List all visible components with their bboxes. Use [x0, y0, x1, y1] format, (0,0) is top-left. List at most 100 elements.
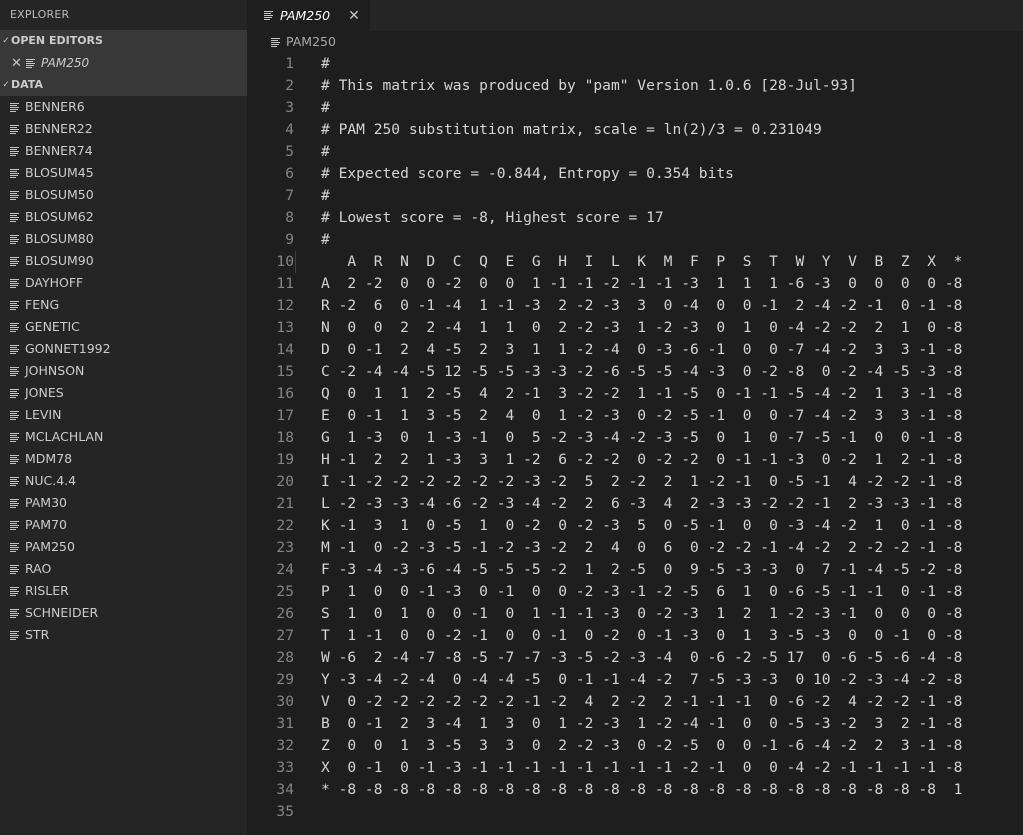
line-number: 1 [285, 55, 294, 72]
file-icon [10, 124, 20, 134]
tab-pam250[interactable]: PAM250 ✕ [247, 0, 370, 31]
file-label: RAO [25, 561, 52, 576]
file-item[interactable]: NUC.4.4 [0, 470, 247, 492]
file-item[interactable]: JONES [0, 382, 247, 404]
file-item[interactable]: STR [0, 624, 247, 646]
file-icon [10, 564, 20, 574]
line-number: 28 [276, 649, 294, 666]
file-icon [10, 630, 20, 640]
file-label: SCHNEIDER [25, 605, 99, 620]
file-icon [10, 388, 20, 398]
line-text: H -1 2 2 1 -3 3 1 -2 6 -2 -2 0 -2 -2 0 -… [321, 451, 963, 468]
file-item[interactable]: BENNER22 [0, 118, 247, 140]
file-icon [10, 212, 20, 222]
line-text: # Lowest score = -8, Highest score = 17 [321, 209, 664, 226]
file-icon [10, 234, 20, 244]
line-text: I -1 -2 -2 -2 -2 -2 -2 -3 -2 5 2 -2 2 1 … [321, 473, 963, 490]
file-icon [26, 58, 36, 68]
line-number: 8 [285, 209, 294, 226]
file-item[interactable]: MDM78 [0, 448, 247, 470]
breadcrumb[interactable]: PAM250 [247, 31, 1023, 53]
file-item[interactable]: PAM70 [0, 514, 247, 536]
code-line: 8 # Lowest score = -8, Highest score = 17 [247, 207, 1023, 229]
file-item[interactable]: BLOSUM80 [0, 228, 247, 250]
file-label: STR [25, 627, 50, 642]
line-text: # [321, 55, 330, 72]
file-label: JONES [25, 385, 64, 400]
file-icon [10, 476, 20, 486]
file-item[interactable]: PAM250 [0, 536, 247, 558]
line-text: V 0 -2 -2 -2 -2 -2 -2 -1 -2 4 2 -2 2 -1 … [321, 693, 963, 710]
file-item[interactable]: FENG [0, 294, 247, 316]
code-editor[interactable]: 1 #2 # This matrix was produced by "pam" V… [247, 53, 1023, 823]
line-text: R -2 6 0 -1 -4 1 -1 -3 2 -2 -3 3 0 -4 0 … [321, 297, 963, 314]
file-item[interactable]: BLOSUM45 [0, 162, 247, 184]
file-icon [10, 322, 20, 332]
file-icon [10, 256, 20, 266]
file-icon [10, 300, 20, 310]
file-icon [10, 410, 20, 420]
file-icon [10, 344, 20, 354]
code-line: 29 Y -3 -4 -2 -4 0 -4 -4 -5 0 -1 -1 -4 -2… [247, 669, 1023, 691]
file-label: BLOSUM62 [25, 209, 94, 224]
open-editor-item-pam250[interactable]: ✕ PAM250 [0, 52, 247, 74]
file-item[interactable]: BLOSUM62 [0, 206, 247, 228]
line-text: A R N D C Q E G H I L K M F P S T W Y V … [294, 251, 962, 273]
code-line: 17 E 0 -1 1 3 -5 2 4 0 1 -2 -3 0 -2 -5 -1… [247, 405, 1023, 427]
file-item[interactable]: BENNER74 [0, 140, 247, 162]
open-editors-section-header[interactable]: ✓ OPEN EDITORS [0, 30, 247, 52]
file-item[interactable]: DAYHOFF [0, 272, 247, 294]
code-line: 3 # [247, 97, 1023, 119]
file-item[interactable]: BLOSUM50 [0, 184, 247, 206]
line-text: N 0 0 2 2 -4 1 1 0 2 -2 -3 1 -2 -3 0 1 0… [321, 319, 963, 336]
line-text: # Expected score = -0.844, Entropy = 0.3… [321, 165, 734, 182]
line-number: 14 [276, 341, 294, 358]
chevron-down-icon: ✓ [2, 36, 10, 46]
chevron-down-icon: ✓ [2, 80, 10, 90]
file-item[interactable]: GONNET1992 [0, 338, 247, 360]
file-item[interactable]: BENNER6 [0, 96, 247, 118]
file-item[interactable]: PAM30 [0, 492, 247, 514]
close-icon[interactable]: ✕ [11, 56, 26, 71]
file-item[interactable]: LEVIN [0, 404, 247, 426]
line-number: 27 [276, 627, 294, 644]
line-number: 13 [276, 319, 294, 336]
line-number: 30 [276, 693, 294, 710]
file-label: PAM70 [25, 517, 67, 532]
line-text: Z 0 0 1 3 -5 3 3 0 2 -2 -3 0 -2 -5 0 0 -… [321, 737, 963, 754]
explorer-title: EXPLORER [10, 8, 70, 21]
file-label: DAYHOFF [25, 275, 84, 290]
file-item[interactable]: JOHNSON [0, 360, 247, 382]
file-icon [10, 432, 20, 442]
code-line: 1 # [247, 53, 1023, 75]
file-icon [264, 11, 274, 20]
line-number: 16 [276, 385, 294, 402]
line-number: 35 [276, 803, 294, 820]
file-item[interactable]: MCLACHLAN [0, 426, 247, 448]
close-icon[interactable]: ✕ [348, 8, 360, 24]
file-icon [10, 542, 20, 552]
file-label: JOHNSON [25, 363, 85, 378]
code-line: 32 Z 0 0 1 3 -5 3 3 0 2 -2 -3 0 -2 -5 0 0… [247, 735, 1023, 757]
file-item[interactable]: RAO [0, 558, 247, 580]
code-line: 33 X 0 -1 0 -1 -3 -1 -1 -1 -1 -1 -1 -1 -1… [247, 757, 1023, 779]
code-line: 15 C -2 -4 -4 -5 12 -5 -5 -3 -3 -2 -6 -5 … [247, 361, 1023, 383]
data-folder-label: DATA [11, 78, 43, 91]
line-number: 34 [276, 781, 294, 798]
code-line: 13 N 0 0 2 2 -4 1 1 0 2 -2 -3 1 -2 -3 0 1… [247, 317, 1023, 339]
file-item[interactable]: BLOSUM90 [0, 250, 247, 272]
code-line: 26 S 1 0 1 0 0 -1 0 1 -1 -1 -3 0 -2 -3 1 … [247, 603, 1023, 625]
line-number: 20 [276, 473, 294, 490]
file-item[interactable]: RISLER [0, 580, 247, 602]
indent-guide [295, 251, 296, 273]
editor-area: PAM250 ✕ PAM250 1 #2 # This matrix was pro… [247, 0, 1023, 835]
line-text [294, 801, 321, 823]
line-number: 24 [276, 561, 294, 578]
data-folder-header[interactable]: ✓ DATA [0, 74, 247, 96]
file-item[interactable]: SCHNEIDER [0, 602, 247, 624]
file-item[interactable]: GENETIC [0, 316, 247, 338]
line-text: Y -3 -4 -2 -4 0 -4 -4 -5 0 -1 -1 -4 -2 7… [321, 671, 963, 688]
file-label: BENNER6 [25, 99, 85, 114]
line-number: 4 [285, 121, 294, 138]
line-number: 32 [276, 737, 294, 754]
